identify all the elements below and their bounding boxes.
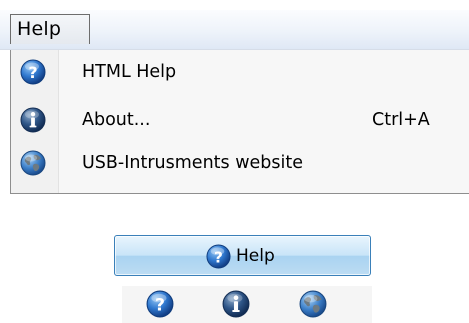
globe-icon <box>20 150 46 176</box>
menu-item-label: USB-Intrusments website <box>82 153 303 173</box>
help-icon <box>206 244 231 269</box>
menu-item-about[interactable]: About... Ctrl+A <box>11 99 469 141</box>
help-button[interactable]: Help <box>114 235 371 276</box>
help-icon <box>20 59 46 85</box>
help-icon[interactable] <box>146 290 174 318</box>
globe-icon[interactable] <box>299 290 327 318</box>
menu-help-label: Help <box>17 18 62 40</box>
menu-item-html-help[interactable]: HTML Help <box>11 51 469 93</box>
toolbar-icon-strip <box>122 286 372 323</box>
menu-item-shortcut: Ctrl+A <box>372 110 430 130</box>
help-button-label: Help <box>236 246 275 266</box>
menu-item-label: HTML Help <box>82 62 177 82</box>
help-dropdown-menu: HTML Help About... Ctrl+A USB-Intrusment… <box>10 50 469 194</box>
info-icon <box>20 107 46 133</box>
menu-bar: Help <box>0 10 469 50</box>
menu-item-website[interactable]: USB-Intrusments website <box>11 142 469 184</box>
info-icon[interactable] <box>222 290 250 318</box>
menu-help[interactable]: Help <box>10 14 90 44</box>
menu-item-label: About... <box>82 110 151 130</box>
